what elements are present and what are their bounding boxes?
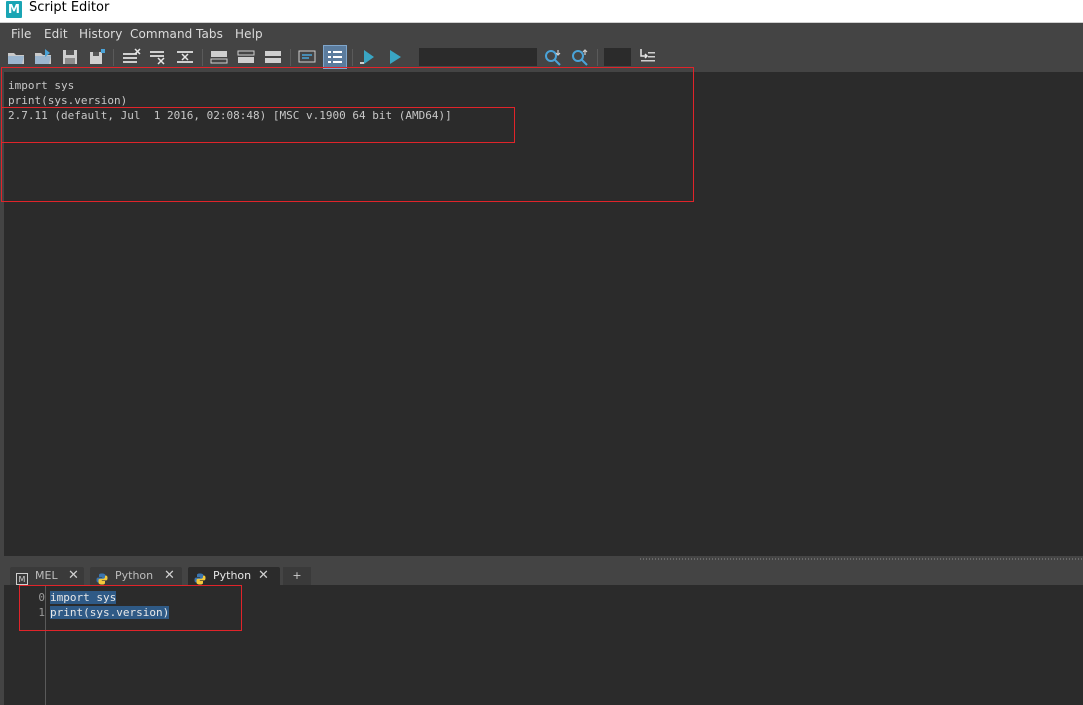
tab-python[interactable]: Python ✕ [90,567,182,585]
toolbar-separator [597,49,598,66]
menu-history[interactable]: History [79,27,122,41]
toolbar-separator [202,49,203,66]
history-output-pane[interactable]: import sys print(sys.version) 2.7.11 (de… [4,72,1083,556]
output-line: print(sys.version) [8,94,128,107]
add-tab-button[interactable]: + [283,567,311,585]
tab-python-active[interactable]: Python ✕ [188,567,280,585]
tab-label: Python [115,569,154,582]
menu-help[interactable]: Help [235,27,263,41]
toolbar-separator [113,49,114,66]
show-history-icon[interactable] [209,47,229,67]
python-icon [194,570,206,585]
splitter-grip[interactable] [640,558,1083,560]
execute-selected-icon[interactable] [358,47,378,67]
search-down-icon[interactable] [543,47,563,67]
code-line[interactable]: print(sys.version) [50,605,170,620]
source-script-icon[interactable] [33,47,53,67]
close-icon[interactable]: ✕ [258,568,269,583]
selected-code: import sys [50,591,117,604]
line-number: 0 [38,591,45,604]
toolbar-separator [352,49,353,66]
output-line: import sys [8,79,75,92]
show-input-icon[interactable] [236,47,256,67]
save-script-icon[interactable] [60,47,80,67]
menu-edit[interactable]: Edit [44,27,68,41]
script-input-editor[interactable]: 0 1 import sys print(sys.version) [4,585,1083,705]
menu-file[interactable]: File [11,27,31,41]
line-number-gutter: 0 1 [4,585,46,705]
clear-input-icon[interactable] [148,47,168,67]
toolbar-separator [290,49,291,66]
svg-text:M: M [19,575,26,584]
search-input[interactable] [419,48,537,66]
execute-all-icon[interactable] [385,47,405,67]
open-script-icon[interactable] [6,47,26,67]
menu-command[interactable]: Command [130,27,192,41]
close-icon[interactable]: ✕ [68,568,79,583]
echo-all-commands-icon[interactable] [297,47,317,67]
maya-logo-icon: M [6,1,22,18]
search-up-icon[interactable] [570,47,590,67]
output-line: 2.7.11 (default, Jul 1 2016, 02:08:48) [… [8,109,452,122]
pane-splitter[interactable] [0,556,1083,566]
clear-all-icon[interactable] [175,47,195,67]
mel-icon: M [16,570,28,585]
menu-bar: File Edit History Command Tabs Help [0,24,1083,44]
tab-label: Python [213,569,252,582]
close-icon[interactable]: ✕ [164,568,175,583]
menu-tabs[interactable]: Tabs [196,27,223,41]
save-script-to-shelf-icon[interactable] [87,47,107,67]
line-number: 1 [38,606,45,619]
python-icon [96,570,108,585]
title-bar: M Script Editor [0,0,1083,23]
show-both-icon[interactable] [263,47,283,67]
show-line-numbers-icon[interactable] [323,45,347,69]
toolbar [0,44,1083,71]
line-number-field[interactable] [604,48,631,66]
tab-mel[interactable]: M MEL ✕ [10,567,84,585]
go-to-line-icon[interactable] [637,47,657,67]
tab-label: MEL [35,569,58,582]
code-line[interactable]: import sys [50,590,117,605]
window-title: Script Editor [29,0,110,15]
clear-history-icon[interactable] [121,47,141,67]
script-tab-bar: M MEL ✕ Python ✕ Python ✕ + [4,566,1083,585]
selected-code: print(sys.version) [50,606,170,619]
